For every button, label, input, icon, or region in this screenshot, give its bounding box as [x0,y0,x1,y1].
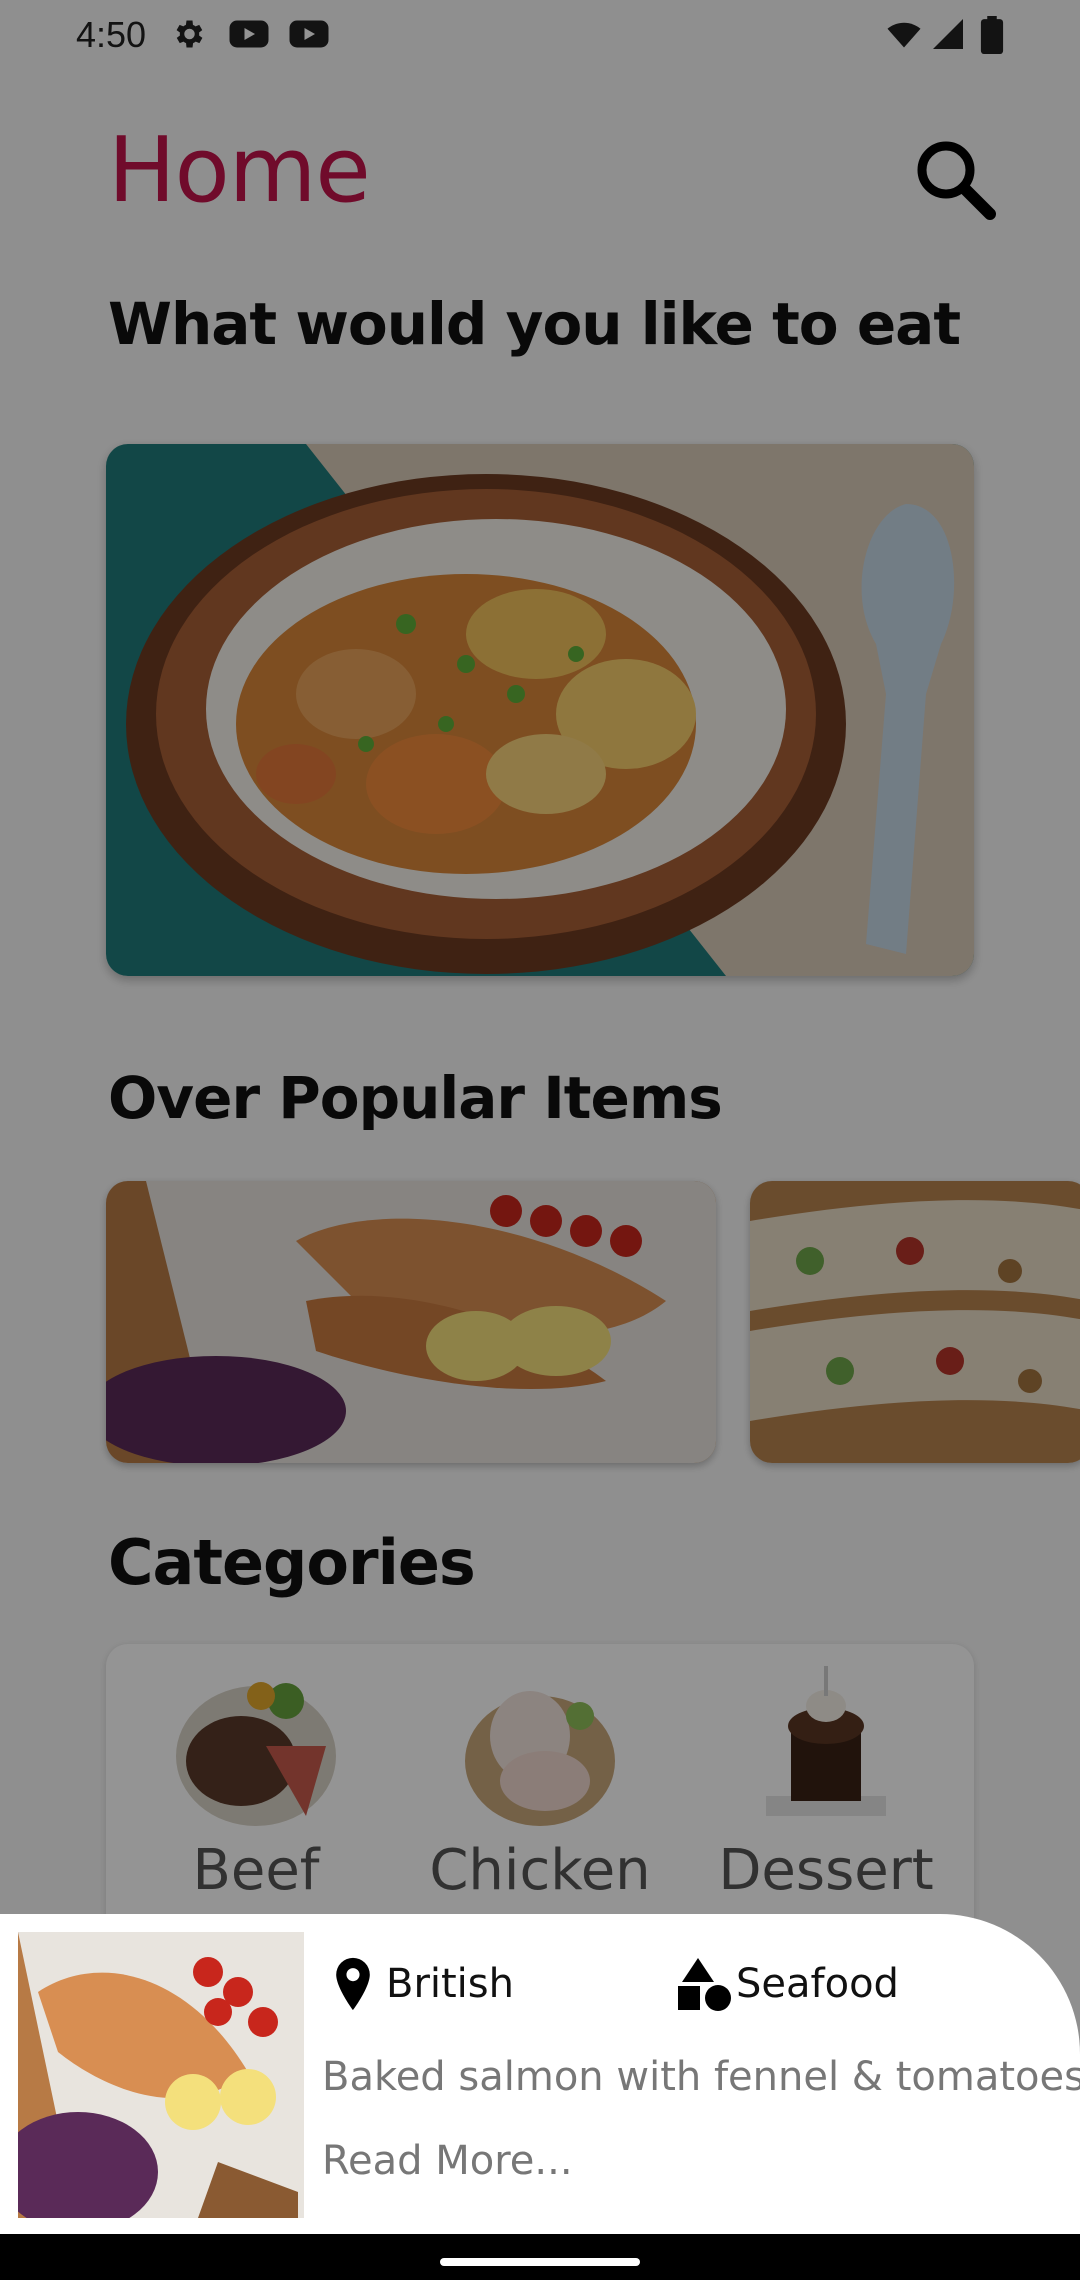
meal-thumbnail-image [18,1932,304,2218]
meal-description: Baked salmon with fennel & tomatoes [322,2054,1080,2100]
meal-bottom-sheet: British Seafood Baked salmon with fennel… [0,1914,1080,2234]
home-screen: 4:50 Home What would you like to eat Ove… [0,0,1080,2280]
home-gesture-handle[interactable] [440,2258,640,2266]
system-nav-bar [0,2234,1080,2280]
meal-category-label: Seafood [736,1961,899,2007]
meal-category-tag: Seafood [676,1954,899,2014]
shapes-icon [678,1958,731,2011]
meal-area-tag: British [330,1954,514,2014]
read-more-link[interactable]: Read More... [322,2138,573,2184]
meal-thumbnail [18,1932,304,2218]
location-pin-icon [336,1957,370,2011]
meal-area-label: British [386,1961,514,2007]
